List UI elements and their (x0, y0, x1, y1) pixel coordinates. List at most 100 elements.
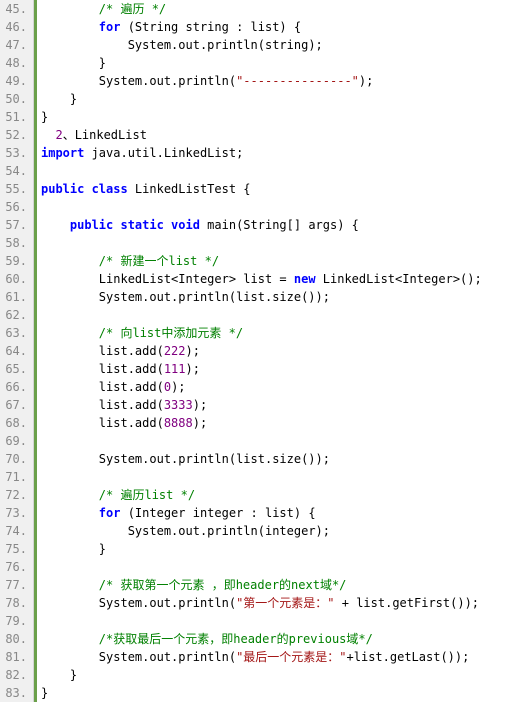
code-token: for (99, 20, 121, 34)
code-line (41, 432, 529, 450)
code-line: public class LinkedListTest { (41, 180, 529, 198)
line-number: 81. (3, 648, 27, 666)
code-token: + list.getFirst()); (335, 596, 480, 610)
line-number: 72. (3, 486, 27, 504)
line-number: 71. (3, 468, 27, 486)
comment-text: /* 获取第一个元素 ，即header的next域*/ (41, 578, 346, 592)
code-token: list.add( (99, 398, 164, 412)
code-token: System.out.println( (99, 74, 236, 88)
code-token: for (99, 506, 121, 520)
code-line: list.add(8888); (41, 414, 529, 432)
line-number: 82. (3, 666, 27, 684)
code-token: 3333 (164, 398, 193, 412)
line-number: 75. (3, 540, 27, 558)
line-number: 45. (3, 0, 27, 18)
code-token: (Integer integer : list) { (120, 506, 315, 520)
line-number: 62. (3, 306, 27, 324)
code-token: 0 (164, 380, 171, 394)
code-token: main(String[] args) { (200, 218, 359, 232)
code-token: java.util.LinkedList; (84, 146, 243, 160)
line-number: 77. (3, 576, 27, 594)
code-token: LinkedList<Integer> list = (99, 272, 294, 286)
line-number: 56. (3, 198, 27, 216)
code-line: /* 遍历list */ (41, 486, 529, 504)
line-number: 63. (3, 324, 27, 342)
code-line (41, 558, 529, 576)
code-line: System.out.println("第一个元素是：" + list.getF… (41, 594, 529, 612)
code-token: } (41, 110, 48, 124)
code-token: list.add( (99, 362, 164, 376)
code-line: import java.util.LinkedList; (41, 144, 529, 162)
code-line (41, 198, 529, 216)
code-token: import (41, 146, 84, 160)
line-number: 83. (3, 684, 27, 702)
code-token: System.out.println(list.size()); (99, 290, 330, 304)
code-line: list.add(222); (41, 342, 529, 360)
code-token: "最后一个元素是：" (236, 650, 346, 664)
code-token: System.out.println(integer); (128, 524, 330, 538)
code-token: new (294, 272, 316, 286)
line-number: 53. (3, 144, 27, 162)
code-line: /* 获取第一个元素 ，即header的next域*/ (41, 576, 529, 594)
code-line: System.out.println(list.size()); (41, 450, 529, 468)
code-token: ); (193, 416, 207, 430)
line-number: 79. (3, 612, 27, 630)
line-number: 64. (3, 342, 27, 360)
code-line: } (41, 90, 529, 108)
code-token: } (70, 668, 77, 682)
line-number: 61. (3, 288, 27, 306)
line-number: 78. (3, 594, 27, 612)
code-area: /* 遍历 */ for (String string : list) { Sy… (34, 0, 529, 702)
code-token: list.add( (99, 416, 164, 430)
line-number: 80. (3, 630, 27, 648)
code-token: "---------------" (236, 74, 359, 88)
code-token: System.out.println(string); (128, 38, 323, 52)
code-token: list.add( (99, 380, 164, 394)
line-number: 47. (3, 36, 27, 54)
code-line (41, 468, 529, 486)
line-number: 74. (3, 522, 27, 540)
line-number: 67. (3, 396, 27, 414)
code-token: +list.getLast()); (347, 650, 470, 664)
code-token: LinkedList<Integer>(); (316, 272, 482, 286)
comment-text: /* 遍历 */ (41, 2, 166, 16)
code-token: ); (186, 344, 200, 358)
code-token: public static void (70, 218, 200, 232)
line-number: 58. (3, 234, 27, 252)
code-token: System.out.println( (99, 596, 236, 610)
line-number: 51. (3, 108, 27, 126)
code-line (41, 612, 529, 630)
code-token: "第一个元素是：" (236, 596, 334, 610)
code-line: System.out.println(string); (41, 36, 529, 54)
comment-text: /* 遍历list */ (41, 488, 195, 502)
code-token: ); (359, 74, 373, 88)
code-token: 、LinkedList (63, 128, 147, 142)
line-number: 50. (3, 90, 27, 108)
comment-text: /* 向list中添加元素 */ (41, 326, 243, 340)
code-line (41, 234, 529, 252)
line-number: 76. (3, 558, 27, 576)
code-line: System.out.println("最后一个元素是："+list.getLa… (41, 648, 529, 666)
code-token: } (99, 56, 106, 70)
code-token: } (41, 686, 48, 700)
line-number: 60. (3, 270, 27, 288)
code-token: System.out.println( (99, 650, 236, 664)
code-token: ); (193, 398, 207, 412)
line-number: 48. (3, 54, 27, 72)
line-number: 68. (3, 414, 27, 432)
code-line: list.add(0); (41, 378, 529, 396)
line-number-gutter: 45.46.47.48.49.50.51.52.53.54.55.56.57.5… (0, 0, 34, 702)
code-token: ); (171, 380, 185, 394)
code-line (41, 306, 529, 324)
line-number: 70. (3, 450, 27, 468)
line-number: 55. (3, 180, 27, 198)
code-line: 2、LinkedList (41, 126, 529, 144)
code-line: } (41, 108, 529, 126)
code-token: 8888 (164, 416, 193, 430)
line-number: 69. (3, 432, 27, 450)
code-line: System.out.println(integer); (41, 522, 529, 540)
code-line: /* 新建一个list */ (41, 252, 529, 270)
code-line: } (41, 666, 529, 684)
line-number: 49. (3, 72, 27, 90)
line-number: 46. (3, 18, 27, 36)
